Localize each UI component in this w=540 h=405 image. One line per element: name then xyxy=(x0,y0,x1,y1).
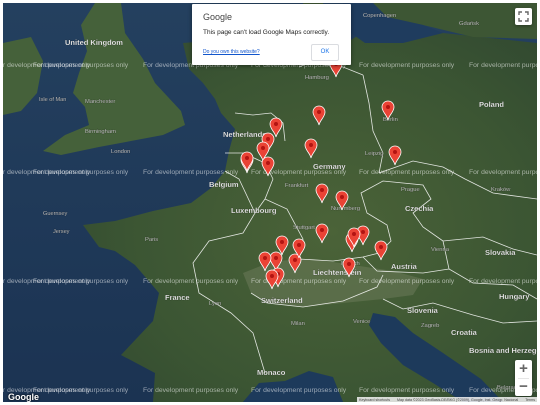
label-gda-sk: Gdańsk xyxy=(459,21,479,27)
marker-dot xyxy=(386,105,390,109)
label-milan: Milan xyxy=(291,321,305,327)
marker-dot xyxy=(352,232,356,236)
label-poland: Poland xyxy=(479,100,504,109)
label-copenhagen: Copenhagen xyxy=(363,13,396,19)
label-hungary: Hungary xyxy=(499,292,530,301)
watermark-text: For development purposes only xyxy=(469,278,537,285)
map-frame[interactable]: For development purposes only For develop… xyxy=(3,3,537,402)
label-vienna: Vienna xyxy=(431,247,450,253)
marker-dot xyxy=(297,243,301,247)
label-liechtenstein: Liechtenstein xyxy=(313,268,362,277)
label-berlin: Berlin xyxy=(383,117,398,123)
watermark-text: For development purposes only xyxy=(251,387,347,394)
marker-dot xyxy=(393,150,397,154)
ok-button[interactable]: OK xyxy=(311,44,339,61)
label-lyon: Lyon xyxy=(209,301,221,307)
attribution-bar: Keyboard shortcuts Map data ©2023 GeoBas… xyxy=(357,397,537,402)
marker-dot xyxy=(309,143,313,147)
zoom-in-button[interactable]: + xyxy=(515,360,532,378)
label-paris: Paris xyxy=(145,237,158,243)
zoom-out-button[interactable]: − xyxy=(515,378,532,396)
marker-dot xyxy=(293,258,297,262)
label-isle-of-man: Isle of Man xyxy=(39,97,66,103)
marker-dot xyxy=(274,256,278,260)
keyboard-shortcuts-link[interactable]: Keyboard shortcuts xyxy=(359,398,390,402)
watermark-text: For development purposes only xyxy=(33,62,129,69)
label-united-kingdom: United Kingdom xyxy=(65,38,123,47)
terms-link[interactable]: Terms xyxy=(525,398,535,402)
label-netherlands: Netherlands xyxy=(223,130,266,139)
watermark-text: For development purposes only xyxy=(469,62,537,69)
dialog-brand: Google xyxy=(203,12,233,22)
marker-dot xyxy=(270,274,274,278)
watermark-text: For development purposes only xyxy=(359,387,455,394)
watermark-text: For development purposes only xyxy=(33,278,129,285)
marker-dot xyxy=(379,245,383,249)
watermark-text: For development purposes only xyxy=(359,169,455,176)
label-krak-w: Kraków xyxy=(491,187,511,193)
label-bosnia-and-herzegovina: Bosnia and Herzegovina xyxy=(469,346,537,355)
map-data-text: Map data ©2023 GeoBasis-DE/BKG (©2009), … xyxy=(397,398,519,402)
label-slovenia: Slovenia xyxy=(407,306,439,315)
watermark-text: For development purposes only xyxy=(143,278,239,285)
marker-dot xyxy=(274,122,278,126)
marker-dot xyxy=(280,240,284,244)
label-venice: Venice xyxy=(353,319,370,325)
label-switzerland: Switzerland xyxy=(261,296,303,305)
watermark-text: For development purposes only xyxy=(33,169,129,176)
label-luxembourg: Luxembourg xyxy=(231,206,277,215)
label-belgium: Belgium xyxy=(209,180,239,189)
label-czechia: Czechia xyxy=(405,204,434,213)
label-france: France xyxy=(165,293,190,302)
watermark-text: For development purposes only xyxy=(251,278,347,285)
label-guernsey: Guernsey xyxy=(43,211,67,217)
marker-dot xyxy=(340,195,344,199)
watermark-text: For development purposes only xyxy=(33,387,129,394)
watermark-text: For development purposes only xyxy=(359,278,455,285)
marker-dot xyxy=(266,161,270,165)
label-nuremberg: Nuremberg xyxy=(331,206,360,212)
label-birmingham: Birmingham xyxy=(85,129,116,135)
label-london: London xyxy=(111,149,130,155)
marker-dot xyxy=(261,146,265,150)
label-manchester: Manchester xyxy=(85,99,115,105)
fullscreen-button[interactable] xyxy=(515,8,532,25)
watermark-text: For development purposes only xyxy=(359,62,455,69)
watermark-text: For development purposes only xyxy=(143,169,239,176)
marker-dot xyxy=(317,110,321,114)
label-croatia: Croatia xyxy=(451,328,478,337)
dialog-message: This page can't load Google Maps correct… xyxy=(203,29,330,36)
marker-dot xyxy=(266,137,270,141)
label-prague: Prague xyxy=(401,187,420,193)
watermark-text: For development purposes only xyxy=(469,169,537,176)
label-stuttgart: Stuttgart xyxy=(293,225,315,231)
label-germany: Germany xyxy=(313,162,346,171)
watermark-text: For development purposes only xyxy=(143,387,239,394)
label-jersey: Jersey xyxy=(53,229,70,235)
label-monaco: Monaco xyxy=(257,368,286,377)
label-slovakia: Slovakia xyxy=(485,248,516,257)
zoom-control[interactable]: + − xyxy=(515,360,532,396)
marker-dot xyxy=(263,256,267,260)
label-leipzig: Leipzig xyxy=(365,151,383,157)
own-website-link[interactable]: Do you own this website? xyxy=(203,49,260,55)
label-zagreb: Zagreb xyxy=(421,323,439,329)
label-frankfurt: Frankfurt xyxy=(285,183,309,189)
fullscreen-icon xyxy=(518,11,529,22)
marker-dot xyxy=(245,156,249,160)
maps-error-dialog: Google This page can't load Google Maps … xyxy=(192,4,351,65)
label-austria: Austria xyxy=(391,262,418,271)
google-logo: Google xyxy=(8,392,39,402)
marker-dot xyxy=(320,228,324,232)
label-hamburg: Hamburg xyxy=(305,75,329,81)
marker-dot xyxy=(361,230,365,234)
marker-dot xyxy=(320,188,324,192)
marker-dot xyxy=(347,262,351,266)
